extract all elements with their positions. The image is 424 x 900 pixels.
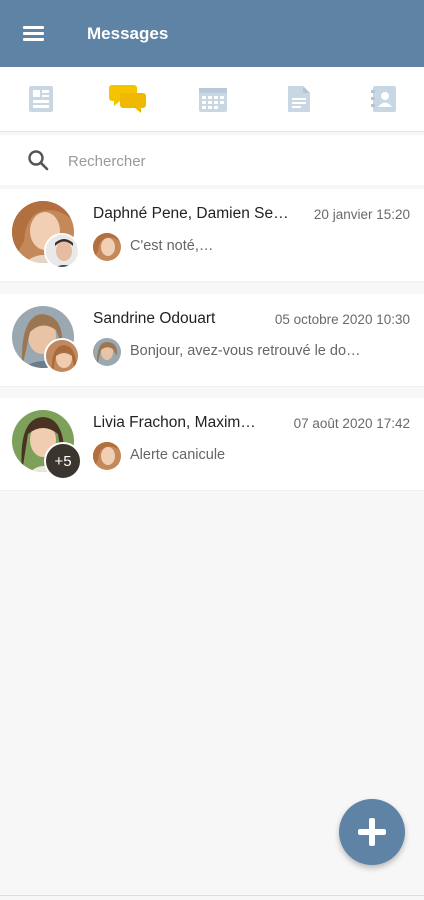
search-bar (0, 135, 424, 185)
conversation-date: 20 janvier 15:20 (313, 207, 410, 222)
avatar (44, 338, 80, 374)
chat-bubbles-icon (109, 85, 146, 113)
conversation-participants: Daphné Pene, Damien Se… (93, 205, 289, 222)
tab-calendar[interactable] (193, 81, 233, 117)
conversation-preview: C'est noté,… (130, 238, 214, 254)
tab-bar (0, 67, 424, 132)
conversation-preview: Bonjour, avez-vous retrouvé le do… (130, 343, 361, 359)
app-bar: Messages (0, 0, 424, 67)
conversation-date: 07 août 2020 17:42 (293, 416, 410, 431)
hamburger-menu-icon[interactable] (20, 22, 48, 46)
sender-avatar (93, 442, 121, 470)
sender-avatar (93, 233, 121, 261)
avatar (44, 233, 80, 269)
conversation-preview: Alerte canicule (130, 447, 226, 463)
dashboard-icon (29, 86, 53, 112)
tab-documents[interactable] (279, 81, 319, 117)
conversation-item[interactable]: +5 Livia Frachon, Maxim… 07 août 2020 17… (0, 398, 424, 490)
search-input[interactable] (66, 147, 400, 175)
contact-book-icon (371, 86, 396, 112)
conversation-participants: Livia Frachon, Maxim… (93, 414, 256, 431)
page-title: Messages (87, 24, 169, 43)
calendar-icon (199, 88, 227, 112)
divider (0, 895, 424, 896)
conversation-date: 05 octobre 2020 10:30 (274, 312, 410, 327)
extra-participants-badge: +5 (44, 442, 82, 480)
conversation-item[interactable]: Daphné Pene, Damien Se… 20 janvier 15:20… (0, 189, 424, 281)
tab-contacts[interactable] (364, 81, 404, 117)
search-icon[interactable] (26, 148, 50, 172)
new-message-button[interactable] (339, 799, 405, 865)
document-icon (288, 86, 310, 112)
tab-messages[interactable] (108, 81, 148, 117)
conversation-item[interactable]: Sandrine Odouart 05 octobre 2020 10:30 B… (0, 294, 424, 386)
sender-avatar (93, 338, 121, 366)
conversation-participants: Sandrine Odouart (93, 310, 216, 327)
tab-dashboard[interactable] (21, 81, 61, 117)
